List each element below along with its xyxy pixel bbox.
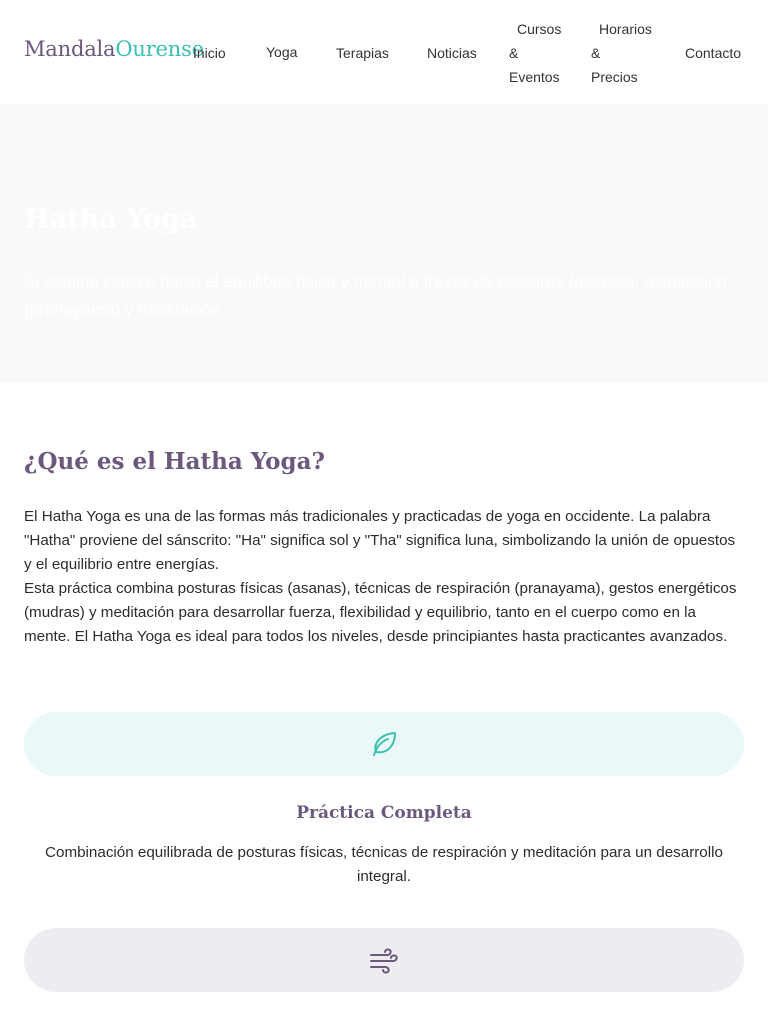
- nav-item-inicio[interactable]: Inicio: [193, 41, 226, 65]
- logo-part-mandala: Mandala: [24, 37, 116, 61]
- nav-label: Yoga: [266, 44, 298, 60]
- nav-label: Inicio: [193, 45, 226, 61]
- intro-text: El Hatha Yoga es una de las formas más t…: [24, 505, 746, 649]
- nav-label-line: Cursos: [517, 21, 562, 37]
- nav-label-line: &: [509, 45, 519, 61]
- nav-label-line: Precios: [591, 69, 638, 85]
- leaf-icon: [373, 732, 396, 756]
- section-title: ¿Qué es el Hatha Yoga?: [24, 448, 325, 475]
- nav-label: Contacto: [685, 45, 742, 61]
- nav-label: Terapias: [336, 45, 389, 61]
- nav-item-contacto[interactable]: Contacto: [685, 41, 741, 65]
- site-header: MandalaOurense Inicio Yoga Terapias Noti…: [0, 0, 768, 104]
- nav-item-yoga[interactable]: Yoga: [266, 40, 297, 64]
- nav-label-line: Horarios: [599, 21, 652, 37]
- site-logo[interactable]: MandalaOurense: [24, 37, 204, 61]
- nav-item-horarios-precios[interactable]: Horarios & Precios: [591, 17, 655, 89]
- nav-item-cursos-eventos[interactable]: Cursos & Eventos: [509, 17, 569, 89]
- intro-paragraph: Esta práctica combina posturas físicas (…: [24, 580, 737, 645]
- feature-icon-pill: [24, 712, 744, 776]
- nav-item-noticias[interactable]: Noticias: [427, 41, 477, 65]
- intro-paragraph: El Hatha Yoga es una de las formas más t…: [24, 508, 736, 573]
- feature-description: Combinación equilibrada de posturas físi…: [45, 844, 723, 885]
- feature-title: Práctica Completa: [296, 803, 472, 823]
- nav-label-line: &: [591, 45, 601, 61]
- hero-title: Hatha Yoga: [24, 204, 198, 235]
- nav-item-terapias[interactable]: Terapias: [336, 41, 389, 65]
- nav-label-line: Eventos: [509, 69, 560, 85]
- hero-banner: Hatha Yoga El camino clásico hacia el eq…: [0, 104, 768, 383]
- hero-subtitle: El camino clásico hacia el equilibrio fí…: [24, 272, 727, 319]
- wind-icon: [370, 948, 398, 974]
- nav-label: Noticias: [427, 45, 477, 61]
- feature-icon-pill: [24, 928, 744, 992]
- logo-part-ourense: Ourense: [115, 37, 204, 61]
